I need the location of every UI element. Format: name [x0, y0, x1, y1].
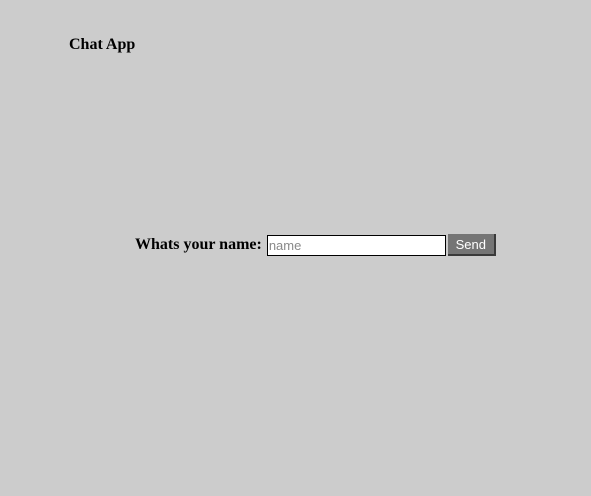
- name-label: Whats your name:: [135, 236, 262, 253]
- name-form: Whats your name: Send: [135, 234, 496, 256]
- name-input[interactable]: [266, 234, 446, 256]
- send-button[interactable]: Send: [447, 234, 496, 256]
- app-title: Chat App: [69, 36, 136, 53]
